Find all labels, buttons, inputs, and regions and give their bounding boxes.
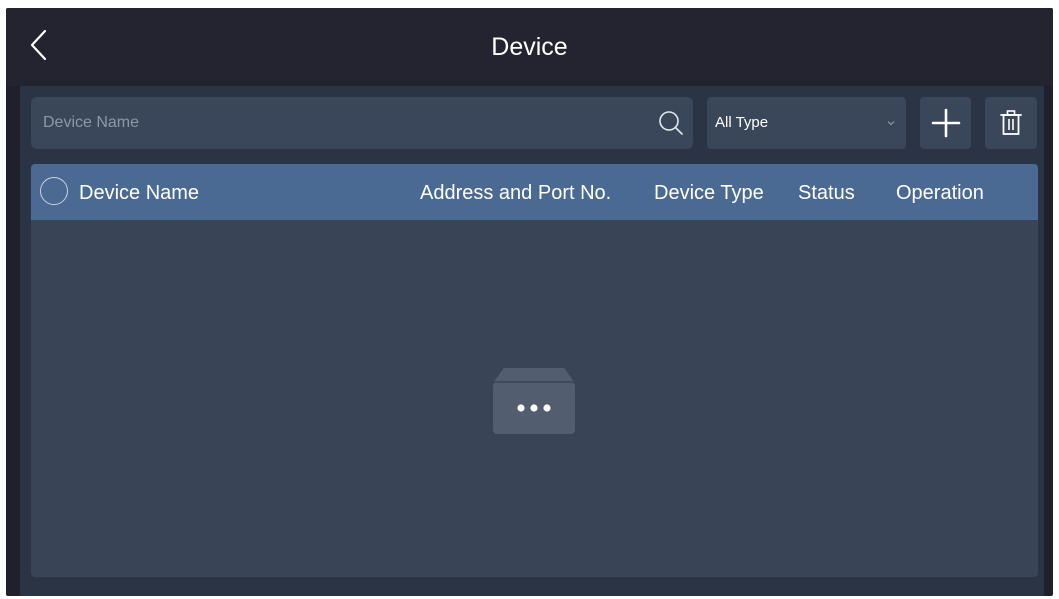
chevron-down-icon — [887, 121, 895, 126]
search-box — [31, 97, 693, 149]
column-header-operation: Operation — [896, 182, 984, 204]
search-icon[interactable] — [657, 109, 685, 137]
select-all-checkbox[interactable] — [40, 177, 68, 205]
device-type-select-value: All Type — [715, 114, 769, 131]
column-header-device-type: Device Type — [654, 182, 764, 204]
add-device-button[interactable] — [920, 97, 971, 149]
table-header: Device Name Address and Port No. Device … — [31, 164, 1038, 220]
page-title: Device — [491, 33, 568, 61]
column-header-device-name: Device Name — [79, 182, 200, 204]
delete-device-button[interactable] — [985, 97, 1037, 149]
column-header-address-port: Address and Port No. — [420, 182, 612, 204]
device-table: Device Name Address and Port No. Device … — [31, 164, 1038, 577]
app-window: Device All Type — [6, 8, 1053, 596]
empty-box-icon — [491, 367, 577, 434]
main-panel: All Type Device Name — [20, 86, 1044, 596]
search-input[interactable] — [31, 97, 631, 149]
trash-icon — [1000, 110, 1022, 135]
plus-icon — [931, 108, 960, 138]
device-type-select[interactable]: All Type — [707, 97, 906, 149]
header-bar: Device — [6, 8, 1053, 86]
column-header-status: Status — [798, 182, 855, 204]
